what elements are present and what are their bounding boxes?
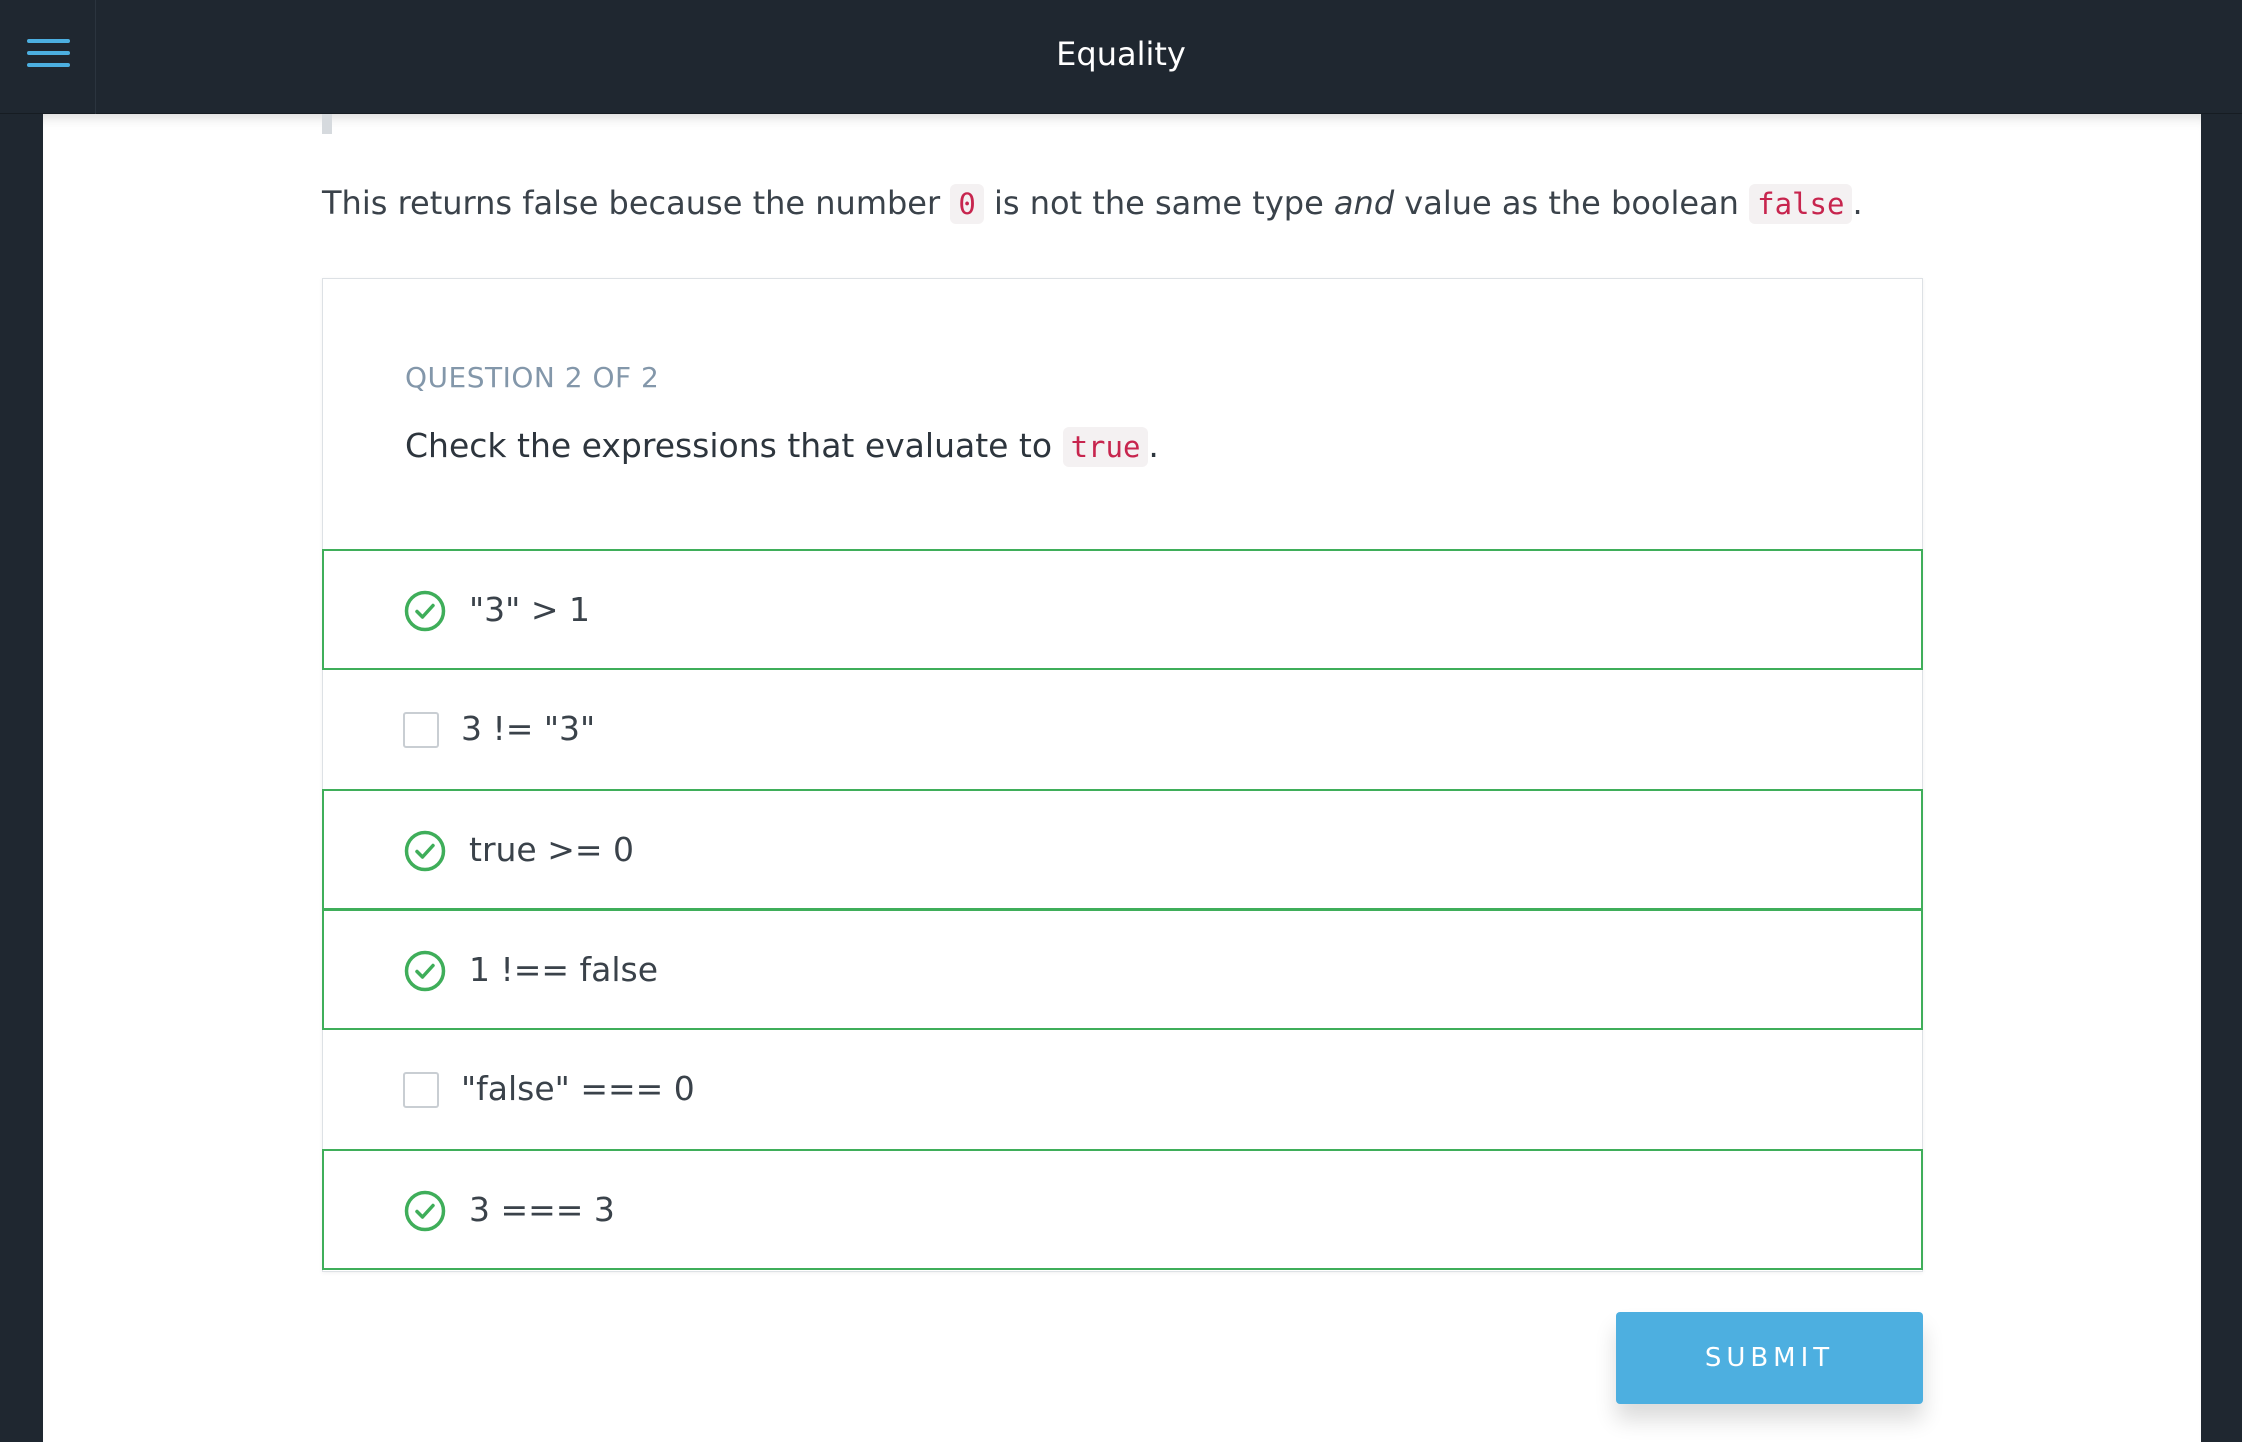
question-text: Check the expressions that evaluate to t… bbox=[405, 426, 1159, 467]
inline-code: true bbox=[1062, 427, 1149, 467]
answer-option-2[interactable]: 3 != "3" bbox=[322, 669, 1923, 790]
answer-option-1[interactable]: "3" > 1 bbox=[322, 549, 1923, 670]
inline-code: 0 bbox=[950, 184, 984, 224]
submit-button[interactable]: SUBMIT bbox=[1616, 1312, 1923, 1404]
option-label: "3" > 1 bbox=[469, 590, 590, 629]
answer-option-3[interactable]: true >= 0 bbox=[322, 789, 1923, 910]
explanation-paragraph: This returns false because the number 0 … bbox=[322, 184, 1863, 224]
option-label: 1 !== false bbox=[469, 950, 659, 989]
blockquote-border bbox=[322, 114, 332, 134]
page-title: Equality bbox=[1056, 35, 1186, 73]
option-label: "false" === 0 bbox=[461, 1069, 695, 1108]
unchecked-checkbox-icon bbox=[403, 1072, 439, 1108]
option-label: 3 === 3 bbox=[469, 1190, 615, 1229]
unchecked-checkbox-icon bbox=[403, 712, 439, 748]
inline-code: false bbox=[1749, 184, 1853, 224]
checked-circle-icon bbox=[404, 830, 446, 872]
quiz-card: QUESTION 2 OF 2 Check the expressions th… bbox=[322, 278, 1923, 1272]
checked-circle-icon bbox=[404, 590, 446, 632]
answer-option-5[interactable]: "false" === 0 bbox=[322, 1029, 1923, 1150]
answer-option-6[interactable]: 3 === 3 bbox=[322, 1149, 1923, 1270]
answer-option-4[interactable]: 1 !== false bbox=[322, 909, 1923, 1030]
checked-circle-icon bbox=[404, 950, 446, 992]
top-bar: Equality bbox=[0, 0, 2242, 114]
lesson-content: This returns false because the number 0 … bbox=[43, 114, 2201, 1442]
checked-circle-icon bbox=[404, 1190, 446, 1232]
option-label: true >= 0 bbox=[469, 830, 634, 869]
question-counter: QUESTION 2 OF 2 bbox=[405, 361, 660, 394]
option-label: 3 != "3" bbox=[461, 709, 596, 748]
